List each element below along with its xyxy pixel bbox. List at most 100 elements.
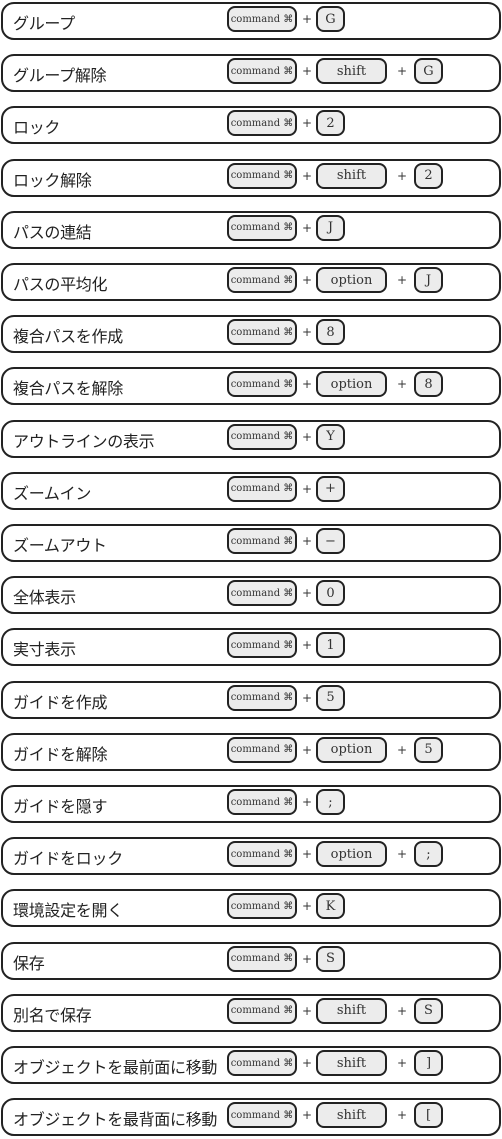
shortcut-label: オブジェクトを最背面に移動 (13, 1110, 218, 1130)
shortcut-row: 実寸表示 command ⌘ +1 (1, 628, 501, 667)
shortcut-row: ガイドを隠す command ⌘ +; (1, 785, 501, 823)
key: 8 (414, 371, 443, 398)
plus-sign: + (302, 1003, 313, 1018)
command-key: command ⌘ (227, 580, 297, 607)
command-key: command ⌘ (227, 893, 297, 920)
modifier-key: option (316, 267, 387, 293)
plus-sign: + (302, 220, 313, 235)
plus-sign: + (302, 899, 313, 914)
command-key: command ⌘ (227, 1050, 297, 1076)
shortcut-row: アウトラインの表示 command ⌘ + Y (1, 419, 501, 458)
plus-sign: + (302, 273, 313, 287)
plus-sign: + (302, 586, 313, 601)
plus-sign: + (302, 638, 313, 653)
plus-sign: + (302, 534, 313, 548)
plus-sign: + (397, 1108, 408, 1123)
key: K (316, 893, 345, 920)
shortcut-label: 実寸表示 (13, 640, 76, 660)
shortcut-row: ガイドをロック command ⌘ + option +; (1, 837, 501, 876)
key: + (316, 475, 345, 502)
shortcut-row: ズームアウト command ⌘ + − (1, 524, 501, 562)
shortcut-row: オブジェクトを最背面に移動 command ⌘ + shift +[ (1, 1098, 501, 1137)
shortcut-row: 環境設定を開く command ⌘ + K (1, 889, 501, 928)
key: S (316, 945, 345, 972)
plus-sign: + (302, 951, 313, 966)
shortcut-row: グループ解除 command ⌘ + shift + G (1, 54, 501, 93)
command-key: command ⌘ (227, 371, 297, 398)
command-key: command ⌘ (227, 997, 297, 1024)
modifier-key: option (316, 371, 387, 398)
shortcut-label: ズームイン (13, 483, 92, 503)
plus-sign: + (302, 1108, 313, 1123)
command-key: command ⌘ (227, 110, 297, 137)
plus-sign: + (397, 742, 408, 757)
shortcut-label: パスの連結 (13, 222, 92, 242)
shortcut-label: グループ解除 (13, 66, 107, 86)
modifier-key: option (316, 841, 387, 868)
plus-sign: + (397, 1056, 408, 1070)
key: G (316, 6, 345, 32)
modifier-key: shift (316, 1102, 387, 1129)
plus-sign: + (397, 847, 408, 862)
command-key: command ⌘ (227, 528, 297, 554)
shortcut-row: 複合パスを作成 command ⌘ +8 (1, 315, 501, 354)
key: S (414, 997, 443, 1024)
shortcut-label: ガイドを隠す (13, 797, 108, 816)
plus-sign: + (397, 377, 408, 392)
key: 1 (316, 632, 345, 659)
shortcut-label: グループ (13, 14, 75, 33)
shortcut-row: オブジェクトを最前面に移動 command ⌘ + shift +] (1, 1046, 501, 1084)
shortcut-label: パスの平均化 (13, 275, 108, 294)
plus-sign: + (397, 273, 408, 287)
shortcut-row: 複合パスを解除 command ⌘ + option +8 (1, 367, 501, 406)
key: ; (316, 789, 345, 815)
shortcut-row: ロック解除 command ⌘ + shift +2 (1, 158, 501, 197)
modifier-key: shift (316, 162, 387, 189)
command-key: command ⌘ (227, 1102, 297, 1129)
shortcut-row: パスの平均化 command ⌘ + option + J (1, 263, 501, 301)
command-key: command ⌘ (227, 684, 297, 711)
plus-sign: + (302, 1056, 313, 1070)
key: J (414, 267, 443, 293)
command-key: command ⌘ (227, 841, 297, 868)
plus-sign: + (302, 847, 313, 862)
key: 0 (316, 580, 345, 607)
plus-sign: + (397, 1003, 408, 1018)
modifier-key: option (316, 736, 387, 763)
shortcut-label: ロック解除 (13, 170, 92, 190)
key: ; (414, 841, 443, 868)
command-key: command ⌘ (227, 789, 297, 815)
shortcut-row: ズームイン command ⌘ + + (1, 471, 501, 510)
plus-sign: + (302, 116, 313, 131)
shortcut-label: 環境設定を開く (13, 901, 123, 921)
command-key: command ⌘ (227, 736, 297, 763)
shortcut-label: アウトラインの表示 (13, 431, 155, 451)
shortcut-label: 複合パスを解除 (13, 379, 123, 399)
key: G (414, 58, 443, 85)
shortcut-label: 複合パスを作成 (13, 327, 123, 347)
shortcut-label: 別名で保存 (13, 1005, 92, 1025)
key: J (316, 214, 345, 241)
shortcut-row: グループ command ⌘ + G (1, 2, 501, 40)
plus-sign: + (302, 481, 313, 496)
command-key: command ⌘ (227, 945, 297, 972)
shortcut-label: ロック (13, 118, 61, 138)
shortcut-label: ズームアウト (13, 536, 107, 555)
command-key: command ⌘ (227, 162, 297, 189)
command-key: command ⌘ (227, 6, 297, 32)
shortcut-row: パスの連結 command ⌘ + J (1, 210, 501, 249)
plus-sign: + (302, 377, 313, 392)
shortcut-row: ロック command ⌘ +2 (1, 106, 501, 145)
plus-sign: + (302, 690, 313, 705)
key: 5 (414, 736, 443, 763)
plus-sign: + (302, 64, 313, 79)
key: [ (414, 1102, 443, 1129)
plus-sign: + (302, 795, 313, 809)
plus-sign: + (302, 168, 313, 183)
command-key: command ⌘ (227, 58, 297, 85)
plus-sign: + (302, 429, 313, 444)
key: − (316, 528, 345, 554)
key: Y (316, 423, 345, 450)
plus-sign: + (302, 12, 313, 26)
command-key: command ⌘ (227, 319, 297, 346)
